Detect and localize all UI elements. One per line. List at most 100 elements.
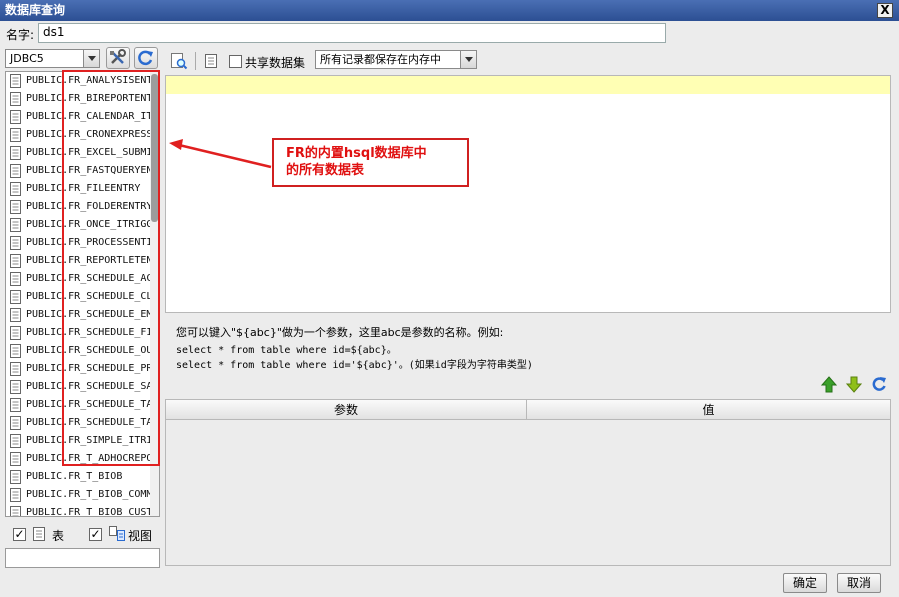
- table-list-item[interactable]: PUBLIC.FR_EXCEL_SUBMI: [6, 144, 159, 162]
- table-list-item-label: PUBLIC.FR_SIMPLE_ITRI: [26, 432, 150, 450]
- current-line-highlight: [166, 76, 890, 94]
- ok-button[interactable]: 确定: [783, 573, 827, 593]
- refresh-tables-button[interactable]: [134, 47, 158, 69]
- window-title: 数据库查询: [5, 3, 66, 17]
- table-name: FR_PROCESSENTI: [68, 237, 150, 248]
- param-hint-text: 您可以键入"${abc}"做为一个参数，这里abc是参数的名称。例如:: [176, 326, 504, 339]
- table-list-item-label: PUBLIC.FR_FASTQUERYEN: [26, 162, 150, 180]
- table-list-item[interactable]: PUBLIC.FR_SCHEDULE_PR: [6, 360, 159, 378]
- table-schema: PUBLIC.: [26, 255, 69, 266]
- preview-icon[interactable]: [170, 52, 188, 70]
- table-icon: [10, 164, 21, 178]
- table-list-item[interactable]: PUBLIC.FR_SCHEDULE_TA: [6, 414, 159, 432]
- table-name: FR_FOLDERENTRY: [68, 201, 150, 212]
- table-list-item[interactable]: PUBLIC.FR_CRONEXPRESS: [6, 126, 159, 144]
- table-name: FR_SCHEDULE_TA: [68, 399, 150, 410]
- table-icon: [10, 146, 21, 160]
- table-list-item[interactable]: PUBLIC.FR_SCHEDULE_FI: [6, 324, 159, 342]
- scrollbar-thumb[interactable]: [151, 74, 158, 222]
- table-list-item[interactable]: PUBLIC.FR_T_BIOB: [6, 468, 159, 486]
- table-name: FR_T_BIOB: [68, 471, 123, 482]
- table-list-item[interactable]: PUBLIC.FR_SCHEDULE_CL: [6, 288, 159, 306]
- table-name: FR_T_BIOB_COMM: [68, 489, 150, 500]
- params-col-name[interactable]: 参数: [166, 400, 527, 420]
- show-views-checkbox[interactable]: ✓: [89, 528, 102, 541]
- table-list-item[interactable]: PUBLIC.FR_ANALYSISENT: [6, 72, 159, 90]
- arrow-down-icon[interactable]: [846, 376, 862, 393]
- table-name: FR_SCHEDULE_FI: [68, 327, 150, 338]
- table-icon: [10, 182, 21, 196]
- table-name: FR_CALENDAR_IT: [68, 111, 150, 122]
- table-icon: [10, 74, 21, 88]
- table-icon: [10, 92, 21, 106]
- table-icon: [10, 506, 21, 516]
- share-dataset-label: 共享数据集: [245, 56, 306, 70]
- table-list-item-label: PUBLIC.FR_SCHEDULE_SA: [26, 378, 150, 396]
- table-list-item[interactable]: PUBLIC.FR_REPORTLETEN: [6, 252, 159, 270]
- annotation-line-1: FR的内置hsql数据库中: [286, 146, 427, 161]
- close-button[interactable]: X: [877, 3, 893, 18]
- table-list-item[interactable]: PUBLIC.FR_SCHEDULE_SA: [6, 378, 159, 396]
- table-icon: [10, 290, 21, 304]
- table-list-item[interactable]: PUBLIC.FR_SCHEDULE_TA: [6, 396, 159, 414]
- table-name: FR_FASTQUERYEN: [68, 165, 150, 176]
- table-list-item[interactable]: PUBLIC.FR_CALENDAR_IT: [6, 108, 159, 126]
- arrow-up-icon[interactable]: [821, 376, 837, 393]
- table-icon: [10, 416, 21, 430]
- table-list-item[interactable]: PUBLIC.FR_T_ADHOCREPO: [6, 450, 159, 468]
- table-list-item[interactable]: PUBLIC.FR_T_BIOB_COMM: [6, 486, 159, 504]
- table-list-item[interactable]: PUBLIC.FR_SCHEDULE_EM: [6, 306, 159, 324]
- table-icon: [33, 527, 45, 541]
- table-list-item[interactable]: PUBLIC.FR_ONCE_ITRIGG: [6, 216, 159, 234]
- table-list-item-label: PUBLIC.FR_SCHEDULE_OU: [26, 342, 150, 360]
- tools-icon: [110, 49, 126, 64]
- table-filter-input[interactable]: [5, 548, 160, 568]
- storage-mode-select[interactable]: 所有记录都保存在内存中: [315, 50, 477, 69]
- connection-selected-value: JDBC5: [10, 52, 44, 65]
- name-input[interactable]: ds1: [38, 23, 666, 43]
- show-tables-checkbox[interactable]: ✓: [13, 528, 26, 541]
- document-icon[interactable]: [204, 53, 218, 69]
- table-schema: PUBLIC.: [26, 111, 69, 122]
- annotation-line-2: 的所有数据表: [286, 163, 365, 178]
- table-schema: PUBLIC.: [26, 147, 69, 158]
- table-list-item[interactable]: PUBLIC.FR_FASTQUERYEN: [6, 162, 159, 180]
- connection-settings-button[interactable]: [106, 47, 130, 69]
- table-name: FR_ANALYSISENT: [68, 75, 150, 86]
- table-schema: PUBLIC.: [26, 435, 69, 446]
- table-schema: PUBLIC.: [26, 93, 69, 104]
- table-list-item[interactable]: PUBLIC.FR_FILEENTRY: [6, 180, 159, 198]
- table-icon: [10, 362, 21, 376]
- table-list-item-label: PUBLIC.FR_T_ADHOCREPO: [26, 450, 150, 468]
- table-schema: PUBLIC.: [26, 273, 69, 284]
- table-list-item[interactable]: PUBLIC.FR_SCHEDULE_AC: [6, 270, 159, 288]
- table-name: FR_EXCEL_SUBMI: [68, 147, 150, 158]
- params-col-value[interactable]: 值: [527, 400, 890, 420]
- table-list-item-label: PUBLIC.FR_SCHEDULE_PR: [26, 360, 150, 378]
- table-list-scrollbar[interactable]: [150, 72, 159, 516]
- table-list-item-label: PUBLIC.FR_T_BIOB_CUST: [26, 504, 150, 516]
- table-icon: [10, 326, 21, 340]
- table-list-panel[interactable]: PUBLIC.FR_ANALYSISENT PUBLIC.FR_BIREPORTE…: [5, 71, 160, 517]
- table-list-item[interactable]: PUBLIC.FR_T_BIOB_CUST: [6, 504, 159, 516]
- share-dataset-checkbox[interactable]: [229, 55, 242, 68]
- table-name: FR_SCHEDULE_AC: [68, 273, 150, 284]
- table-list-item[interactable]: PUBLIC.FR_SIMPLE_ITRI: [6, 432, 159, 450]
- table-list-item[interactable]: PUBLIC.FR_PROCESSENTI: [6, 234, 159, 252]
- table-list-item[interactable]: PUBLIC.FR_BIREPORTENT: [6, 90, 159, 108]
- table-schema: PUBLIC.: [26, 75, 69, 86]
- connection-select[interactable]: JDBC5: [5, 49, 100, 68]
- sql-editor[interactable]: [165, 75, 891, 313]
- table-schema: PUBLIC.: [26, 129, 69, 140]
- table-icon: [10, 272, 21, 286]
- param-hint-example-2: select * from table where id='${abc}'。(如…: [176, 360, 533, 371]
- table-schema: PUBLIC.: [26, 453, 69, 464]
- table-list-item-label: PUBLIC.FR_BIREPORTENT: [26, 90, 150, 108]
- table-icon: [10, 200, 21, 214]
- cancel-button[interactable]: 取消: [837, 573, 881, 593]
- table-list-item[interactable]: PUBLIC.FR_SCHEDULE_OU: [6, 342, 159, 360]
- table-list-item[interactable]: PUBLIC.FR_FOLDERENTRY: [6, 198, 159, 216]
- refresh-params-icon[interactable]: [871, 376, 888, 393]
- params-table[interactable]: 参数 值: [165, 399, 891, 566]
- refresh-icon: [138, 50, 153, 66]
